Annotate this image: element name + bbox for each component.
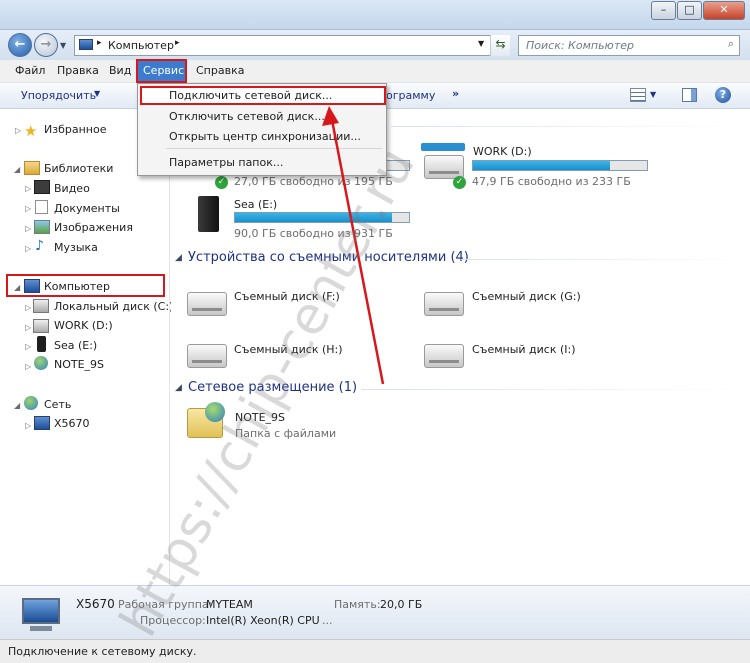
details-cpu-continued: ...: [322, 614, 333, 627]
computer-icon: [22, 598, 60, 624]
details-computer-name: X5670: [76, 597, 115, 611]
details-workgroup-label: Рабочая группа:: [118, 598, 213, 611]
details-memory: 20,0 ГБ: [380, 598, 423, 611]
details-memory-label: Память:: [334, 598, 381, 611]
details-cpu: Intel(R) Xeon(R) CPU: [206, 614, 320, 627]
details-pane: X5670 Рабочая группа: MYTEAM Память: 20,…: [0, 585, 750, 639]
arrow-shaft: [330, 119, 385, 385]
arrow-head: [322, 106, 339, 126]
annotation-arrow: [322, 106, 385, 385]
details-workgroup: MYTEAM: [206, 598, 253, 611]
details-cpu-label: Процессор:: [140, 614, 206, 627]
status-bar: Подключение к сетевому диску.: [0, 639, 750, 663]
status-text: Подключение к сетевому диску.: [8, 645, 197, 658]
monitor-stand-icon: [30, 626, 52, 631]
